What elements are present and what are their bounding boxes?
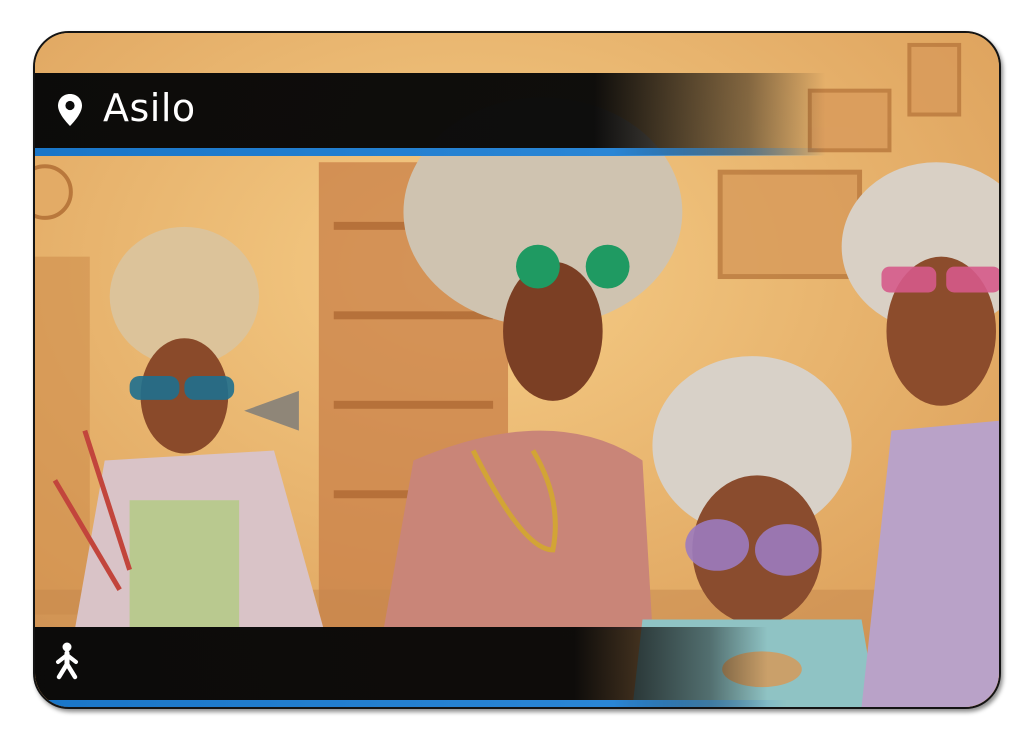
map-pin-icon — [58, 94, 82, 126]
bottom-accent-stripe — [35, 700, 999, 707]
movement-banner — [35, 627, 999, 707]
walking-person-icon — [56, 642, 78, 680]
location-title: Asilo — [103, 86, 196, 130]
banner-accent-stripe — [35, 148, 999, 156]
location-card[interactable]: Asilo — [33, 31, 1001, 709]
